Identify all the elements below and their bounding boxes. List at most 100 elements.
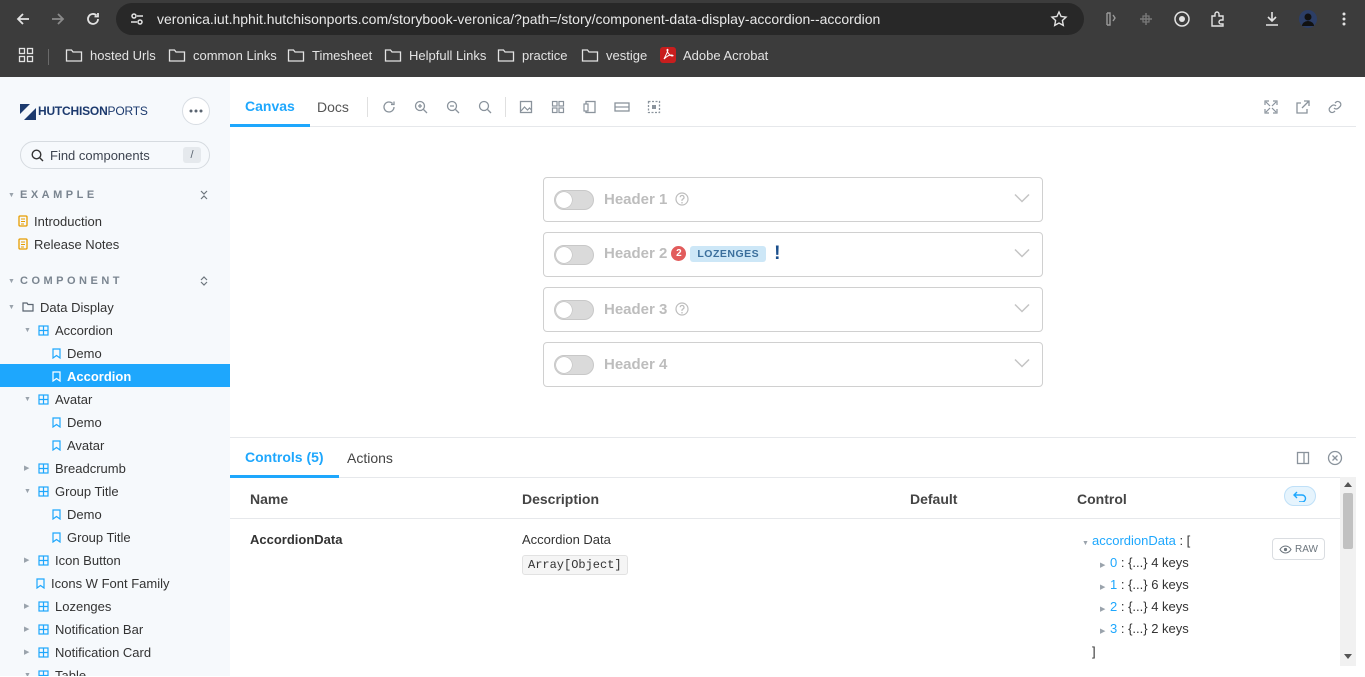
bookmarks-bar: hosted Urls common Links Timesheet Helpf… xyxy=(0,42,1365,70)
background-image-icon[interactable] xyxy=(518,99,534,115)
sidebar: HUTCHISONPORTS / ▼ EXAMPLE Introduction … xyxy=(0,77,230,676)
toggle-switch[interactable] xyxy=(554,190,594,210)
json-root-line[interactable]: ▼ accordionData : [ xyxy=(1082,533,1190,548)
accordion-item-2[interactable]: Header 2 2 LOZENGES ! xyxy=(543,232,1043,277)
sidebar-item-icons-w-font-family[interactable]: Icons W Font Family xyxy=(36,572,169,594)
puzzle-icon[interactable] xyxy=(1207,8,1229,30)
zoom-out-icon[interactable] xyxy=(445,99,461,115)
sidebar-item-lozenges[interactable]: ▶ Lozenges xyxy=(24,595,111,617)
outline-icon[interactable] xyxy=(646,99,662,115)
forward-arrow-icon[interactable] xyxy=(47,8,69,30)
sidebar-item-data-display[interactable]: ▼ Data Display xyxy=(8,296,114,318)
tab-label: Controls (5) xyxy=(245,448,324,465)
target-icon[interactable] xyxy=(1171,8,1193,30)
panel-orientation-icon[interactable] xyxy=(1296,451,1310,465)
bookmark-adobe-acrobat[interactable]: Adobe Acrobat xyxy=(660,47,768,63)
sidebar-item-introduction[interactable]: Introduction xyxy=(18,210,102,232)
expand-all-icon[interactable] xyxy=(199,276,209,286)
toggle-switch[interactable] xyxy=(554,245,594,265)
chevron-down-icon[interactable] xyxy=(1014,358,1030,368)
scroll-up-arrow-icon[interactable] xyxy=(1344,481,1352,487)
toggle-switch[interactable] xyxy=(554,300,594,320)
sidebar-item-accordion-demo[interactable]: Demo xyxy=(52,342,102,364)
reload-icon[interactable] xyxy=(82,8,104,30)
sidebar-item-avatar-demo[interactable]: Demo xyxy=(52,411,102,433)
remount-icon[interactable] xyxy=(381,99,397,115)
section-header-component[interactable]: ▼ COMPONENT xyxy=(8,275,123,287)
section-header-example[interactable]: ▼ EXAMPLE xyxy=(8,189,98,201)
json-item-1[interactable]: ▶ 1 : {...} 6 keys xyxy=(1100,577,1189,592)
accordion-item-1[interactable]: Header 1 xyxy=(543,177,1043,222)
measure-icon[interactable] xyxy=(1135,8,1157,30)
sidebar-item-group-title-story[interactable]: Group Title xyxy=(52,526,131,548)
toggle-switch[interactable] xyxy=(554,355,594,375)
site-info-icon[interactable] xyxy=(126,8,148,30)
viewport-icon[interactable] xyxy=(582,99,598,115)
sidebar-item-notification-bar[interactable]: ▶ Notification Bar xyxy=(24,618,143,640)
sidebar-menu-button[interactable] xyxy=(182,97,210,125)
collapse-all-icon[interactable] xyxy=(199,190,209,200)
scrollbar-thumb[interactable] xyxy=(1343,493,1353,549)
bookmark-label: common Links xyxy=(193,47,277,63)
sidebar-item-avatar-story[interactable]: Avatar xyxy=(52,434,104,456)
grid-icon[interactable] xyxy=(550,99,566,115)
measure-ruler-icon[interactable] xyxy=(614,99,630,115)
apps-grid-icon[interactable] xyxy=(18,47,34,63)
search-input[interactable] xyxy=(50,147,180,163)
open-new-tab-icon[interactable] xyxy=(1295,99,1311,115)
reset-controls-button[interactable] xyxy=(1284,486,1316,506)
fullscreen-icon[interactable] xyxy=(1263,99,1279,115)
tab-docs[interactable]: Docs xyxy=(317,87,349,127)
sidebar-item-avatar[interactable]: ▼ Avatar xyxy=(24,388,92,410)
prop-description: Accordion Data xyxy=(522,532,611,547)
sidebar-item-accordion[interactable]: ▼ Accordion xyxy=(24,319,113,341)
search-box[interactable]: / xyxy=(20,141,210,169)
copy-link-icon[interactable] xyxy=(1327,99,1343,115)
back-arrow-icon[interactable] xyxy=(12,8,34,30)
json-item-3[interactable]: ▶ 3 : {...} 2 keys xyxy=(1100,621,1189,636)
hutchison-ports-logo[interactable]: HUTCHISONPORTS xyxy=(20,102,148,120)
json-key: accordionData xyxy=(1092,533,1176,548)
kebab-menu-icon[interactable] xyxy=(1333,8,1355,30)
sidebar-item-label: Table xyxy=(55,667,87,677)
chevron-down-icon[interactable] xyxy=(1014,303,1030,313)
bookmark-hosted-urls[interactable]: hosted Urls xyxy=(65,47,156,63)
bookmark-helpfull-links[interactable]: Helpfull Links xyxy=(384,47,486,63)
download-icon[interactable] xyxy=(1261,8,1283,30)
profile-avatar-icon[interactable] xyxy=(1297,8,1319,30)
sidebar-item-group-title[interactable]: ▼ Group Title xyxy=(24,480,119,502)
bookmark-star-icon[interactable] xyxy=(1048,8,1070,30)
sidebar-item-notification-card[interactable]: ▶ Notification Card xyxy=(24,641,151,663)
sidebar-item-accordion-story[interactable]: Accordion xyxy=(52,365,131,387)
accordion-item-3[interactable]: Header 3 xyxy=(543,287,1043,332)
accordion-title: Header 4 xyxy=(604,356,668,373)
bookmark-label: Timesheet xyxy=(312,47,373,63)
url-text[interactable]: veronica.iut.hphit.hutchisonports.com/st… xyxy=(157,11,880,27)
help-circle-icon[interactable] xyxy=(674,302,689,316)
bookmark-timesheet[interactable]: Timesheet xyxy=(287,47,372,63)
tab-canvas[interactable]: Canvas xyxy=(230,87,310,127)
extension-icon[interactable] xyxy=(1099,8,1121,30)
sidebar-item-table[interactable]: ▼ Table xyxy=(24,664,86,676)
zoom-reset-icon[interactable] xyxy=(477,99,493,115)
zoom-in-icon[interactable] xyxy=(413,99,429,115)
scroll-down-arrow-icon[interactable] xyxy=(1344,654,1352,660)
chevron-down-icon[interactable] xyxy=(1014,193,1030,203)
raw-json-button[interactable]: RAW xyxy=(1272,538,1325,560)
tab-actions[interactable]: Actions xyxy=(347,438,393,478)
sidebar-item-group-title-demo[interactable]: Demo xyxy=(52,503,102,525)
chevron-down-icon[interactable] xyxy=(1014,248,1030,258)
sidebar-item-breadcrumb[interactable]: ▶ Breadcrumb xyxy=(24,457,126,479)
sidebar-item-icon-button[interactable]: ▶ Icon Button xyxy=(24,549,121,571)
json-item-2[interactable]: ▶ 2 : {...} 4 keys xyxy=(1100,599,1189,614)
bookmark-vestige[interactable]: vestige xyxy=(581,47,647,63)
sidebar-item-release-notes[interactable]: Release Notes xyxy=(18,233,119,255)
accordion-item-4[interactable]: Header 4 xyxy=(543,342,1043,387)
bookmark-practice[interactable]: practice xyxy=(497,47,568,63)
help-circle-icon[interactable] xyxy=(674,192,689,206)
bookmark-common-links[interactable]: common Links xyxy=(168,47,277,63)
panel-scrollbar[interactable] xyxy=(1340,477,1356,666)
json-item-0[interactable]: ▶ 0 : {...} 4 keys xyxy=(1100,555,1189,570)
close-panel-icon[interactable] xyxy=(1327,450,1343,466)
tab-controls[interactable]: Controls (5) xyxy=(230,438,339,478)
